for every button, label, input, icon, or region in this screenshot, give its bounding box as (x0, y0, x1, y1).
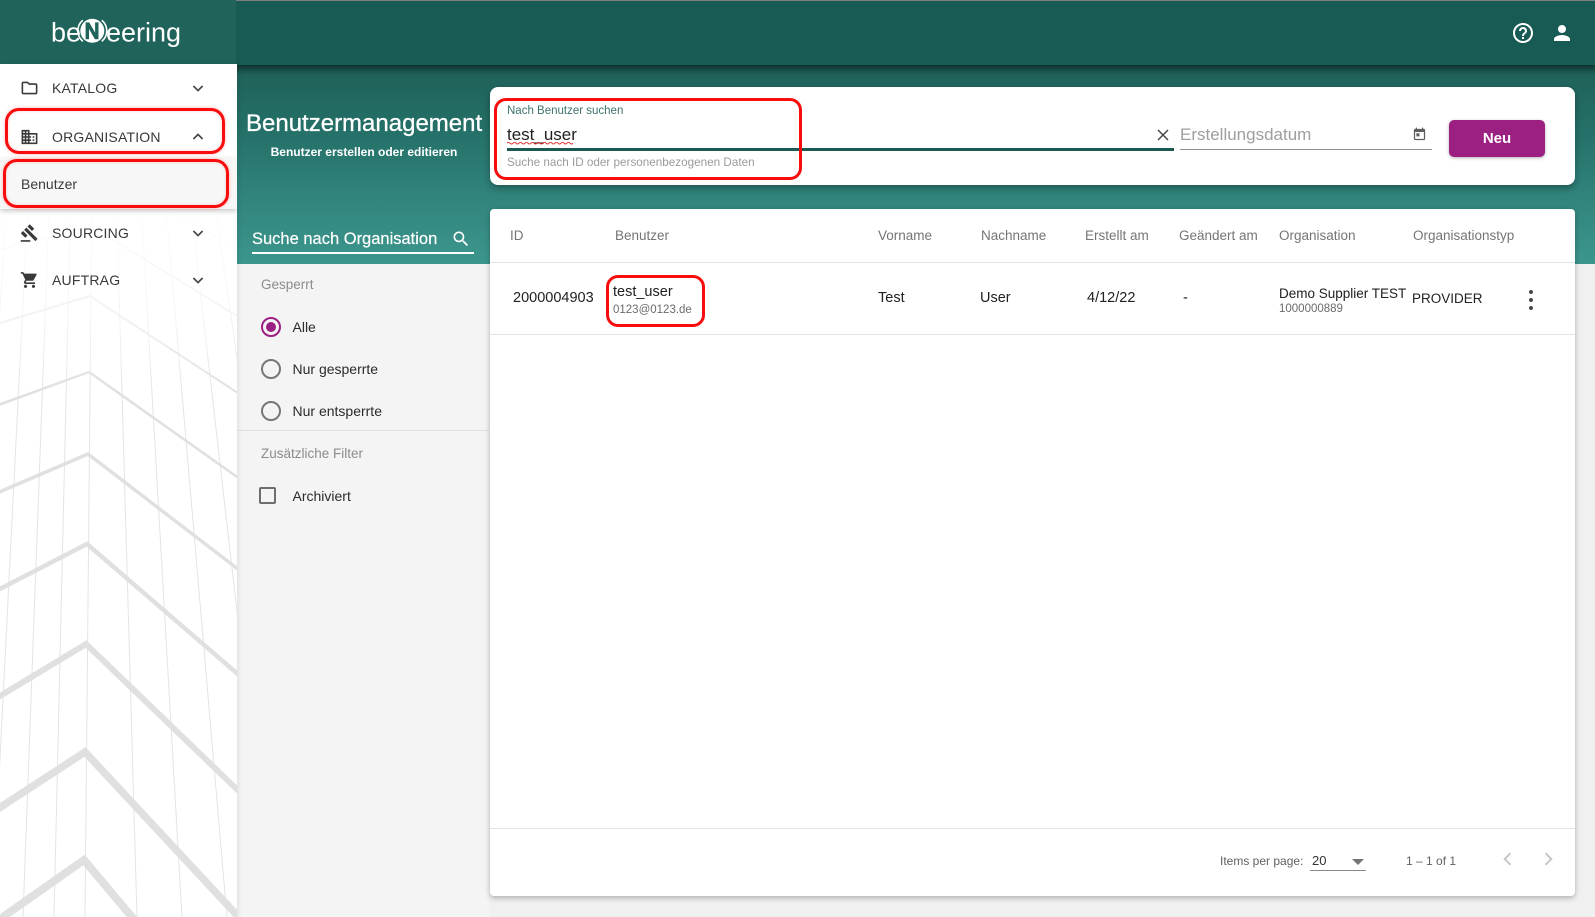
svg-text:be: be (51, 18, 81, 48)
svg-text:eering: eering (106, 18, 181, 48)
